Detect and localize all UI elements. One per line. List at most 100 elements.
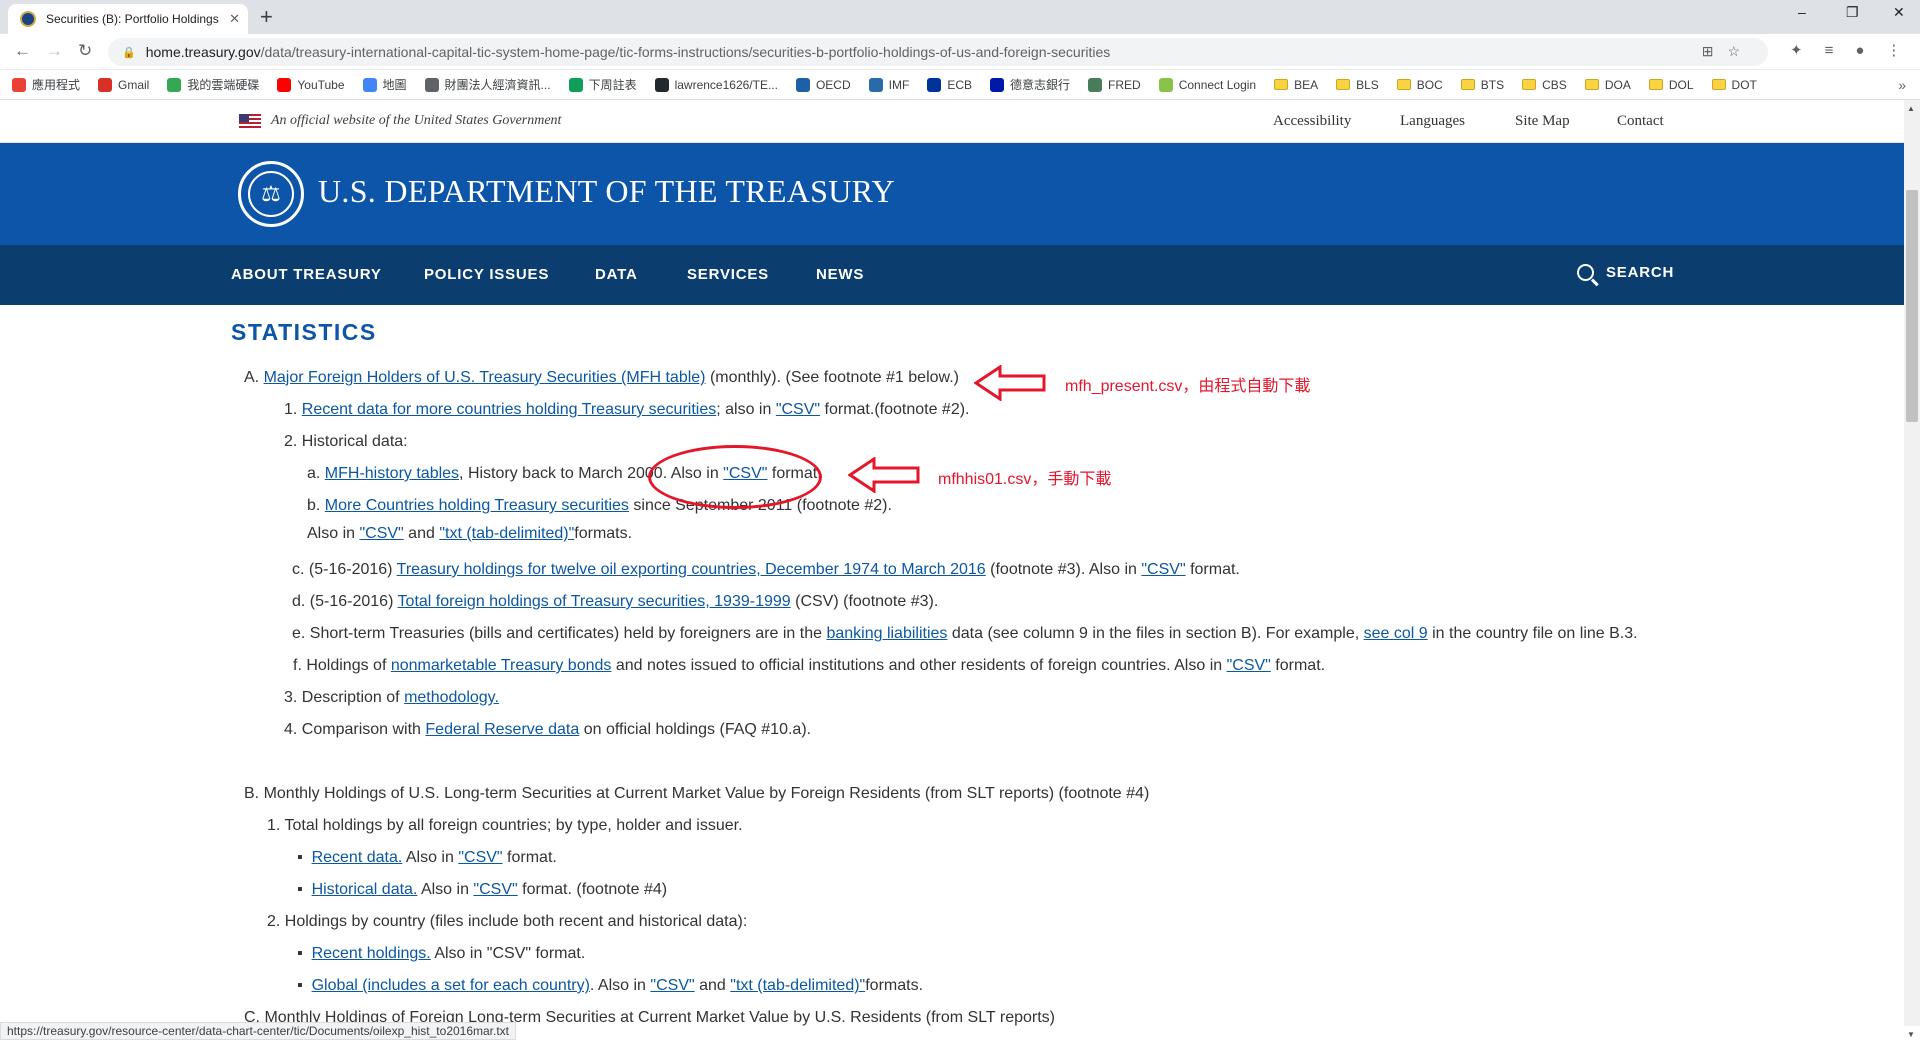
section-heading: STATISTICS	[231, 319, 377, 345]
main-nav: ABOUT TREASURY POLICY ISSUES DATA SERVIC…	[0, 245, 1904, 305]
nav-services[interactable]: SERVICES	[687, 266, 769, 283]
scrollbar-thumb[interactable]	[1906, 190, 1918, 422]
link-csv[interactable]: "CSV"	[650, 977, 694, 994]
link-csv[interactable]: "CSV"	[458, 849, 502, 866]
nav-data[interactable]: DATA	[595, 266, 638, 283]
bookmark-favicon-icon	[167, 77, 182, 92]
url-field[interactable]: 🔒 home.treasury.gov /data/treasury-inter…	[108, 38, 1768, 66]
link-recent-holdings[interactable]: Recent holdings.	[312, 945, 431, 962]
bookmark-item[interactable]: YouTube	[277, 77, 345, 92]
bookmark-item[interactable]: 地圖	[362, 76, 407, 93]
minimize-button[interactable]: –	[1798, 4, 1806, 20]
search-button[interactable]: SEARCH	[1577, 264, 1674, 281]
link-txt[interactable]: "txt (tab-delimited)"	[439, 525, 574, 542]
link-mfh-history[interactable]: MFH-history tables	[325, 465, 459, 482]
bookmark-label: 財團法人經濟資訊...	[444, 78, 551, 92]
link-csv[interactable]: "CSV"	[473, 881, 517, 898]
link-banking-liabilities[interactable]: banking liabilities	[826, 625, 947, 642]
scroll-down-icon[interactable]: ▼	[1907, 1030, 1915, 1039]
link-csv[interactable]: "CSV"	[776, 401, 820, 418]
close-window-button[interactable]: ✕	[1893, 4, 1905, 21]
forward-arrow-icon[interactable]: →	[46, 42, 63, 60]
item-b2b: ▪ Global (includes a set for each countr…	[297, 977, 924, 994]
link-total-foreign-holdings[interactable]: Total foreign holdings of Treasury secur…	[398, 593, 791, 610]
nav-about-treasury[interactable]: ABOUT TREASURY	[231, 266, 382, 283]
bookmark-item[interactable]: BTS	[1460, 78, 1504, 92]
bookmark-item[interactable]: lawrence1626/TE...	[654, 77, 778, 92]
bookmark-item[interactable]: OECD	[795, 77, 851, 92]
bookmark-item[interactable]: BEA	[1274, 78, 1318, 92]
nav-news[interactable]: NEWS	[816, 266, 864, 283]
annotation-mfh-present: mfh_present.csv，由程式自動下載	[1065, 378, 1311, 395]
bookmark-label: lawrence1626/TE...	[674, 77, 778, 92]
link-mfh-table[interactable]: Major Foreign Holders of U.S. Treasury S…	[264, 369, 706, 386]
link-csv[interactable]: "CSV"	[359, 525, 403, 542]
bookmark-favicon-icon	[98, 77, 113, 92]
link-global[interactable]: Global (includes a set for each country)	[312, 977, 590, 994]
item-a2e: e. Short-term Treasuries (bills and cert…	[292, 625, 1638, 642]
browser-tab[interactable]: Securities (B): Portfolio Holdings ✕	[8, 4, 248, 34]
link-csv[interactable]: "CSV"	[1141, 561, 1185, 578]
bookmark-item[interactable]: 下周註表	[568, 76, 637, 93]
bookmark-item[interactable]: Connect Login	[1158, 77, 1256, 92]
more-bookmarks-icon[interactable]: »	[1898, 77, 1906, 93]
bookmark-favicon-icon	[362, 77, 377, 92]
link-contact[interactable]: Contact	[1617, 113, 1664, 130]
bookmark-item[interactable]: 我的雲端硬碟	[167, 76, 259, 93]
item-a3: 3. Description of methodology.	[284, 689, 499, 706]
bookmark-item[interactable]: DOT	[1711, 78, 1757, 92]
link-federal-reserve-data[interactable]: Federal Reserve data	[425, 721, 579, 738]
bookmark-item[interactable]: IMF	[868, 77, 909, 92]
bookmark-item[interactable]: 德意志銀行	[990, 76, 1070, 93]
translate-and-star-icons[interactable]: ⊞☆	[1702, 43, 1754, 60]
link-historical-data[interactable]: Historical data.	[312, 881, 418, 898]
link-more-countries[interactable]: More Countries holding Treasury securiti…	[325, 497, 629, 514]
bookmark-item[interactable]: FRED	[1088, 77, 1141, 92]
url-host: home.treasury.gov	[145, 44, 261, 60]
bookmark-item[interactable]: Gmail	[98, 77, 149, 92]
extensions-menu-icons[interactable]: ✦≡●⋮	[1790, 41, 1920, 59]
nav-policy-issues[interactable]: POLICY ISSUES	[424, 266, 549, 283]
bookmark-item[interactable]: BOC	[1396, 77, 1443, 92]
bookmark-item[interactable]: CBS	[1522, 78, 1567, 92]
us-flag-icon	[239, 114, 261, 128]
bookmark-item[interactable]: 應用程式	[12, 76, 80, 93]
bookmark-item[interactable]: 財團法人經濟資訊...	[424, 76, 551, 93]
link-csv[interactable]: "CSV"	[1227, 657, 1271, 674]
maximize-button[interactable]: ❐	[1846, 4, 1859, 21]
item-b2: 2. Holdings by country (files include bo…	[267, 913, 748, 930]
folder-icon	[1274, 79, 1289, 90]
bookmark-label: BOC	[1416, 77, 1443, 92]
bookmark-item[interactable]: DOA	[1584, 78, 1631, 92]
bookmark-favicon-icon	[568, 77, 583, 92]
link-txt[interactable]: "txt (tab-delimited)"	[730, 977, 865, 994]
bookmark-label: DOL	[1668, 77, 1694, 92]
link-accessibility[interactable]: Accessibility	[1273, 113, 1351, 130]
bookmark-item[interactable]: DOL	[1648, 77, 1694, 92]
bookmark-favicon-icon	[927, 77, 942, 92]
link-site-map[interactable]: Site Map	[1515, 113, 1570, 130]
link-languages[interactable]: Languages	[1400, 113, 1465, 130]
new-tab-button[interactable]: +	[260, 5, 273, 29]
link-oil-exporting[interactable]: Treasury holdings for twelve oil exporti…	[397, 561, 986, 578]
link-methodology[interactable]: methodology.	[404, 689, 499, 706]
scroll-up-icon[interactable]: ▲	[1907, 104, 1915, 113]
bookmark-favicon-icon	[1088, 77, 1103, 92]
bookmark-item[interactable]: BLS	[1336, 78, 1379, 92]
back-arrow-icon[interactable]: ←	[14, 42, 31, 60]
folder-icon	[1336, 79, 1351, 90]
link-see-col-9[interactable]: see col 9	[1364, 625, 1428, 642]
link-recent-data[interactable]: Recent data.	[312, 849, 403, 866]
bookmark-label: ECB	[947, 77, 972, 92]
department-name[interactable]: U.S. DEPARTMENT OF THE TREASURY	[318, 173, 895, 210]
link-nonmarketable-bonds[interactable]: nonmarketable Treasury bonds	[391, 657, 612, 674]
bookmark-item[interactable]: ECB	[927, 77, 972, 92]
item-a2: 2. Historical data:	[284, 433, 408, 450]
bookmark-favicon-icon	[868, 77, 883, 92]
reload-icon[interactable]: ↻	[78, 42, 92, 60]
folder-icon	[1396, 79, 1411, 90]
tab-close-icon[interactable]: ✕	[229, 11, 240, 27]
link-recent-data-countries[interactable]: Recent data for more countries holding T…	[302, 401, 716, 418]
treasury-seal-icon[interactable]: ⚖	[238, 161, 304, 227]
folder-icon	[1711, 79, 1726, 90]
